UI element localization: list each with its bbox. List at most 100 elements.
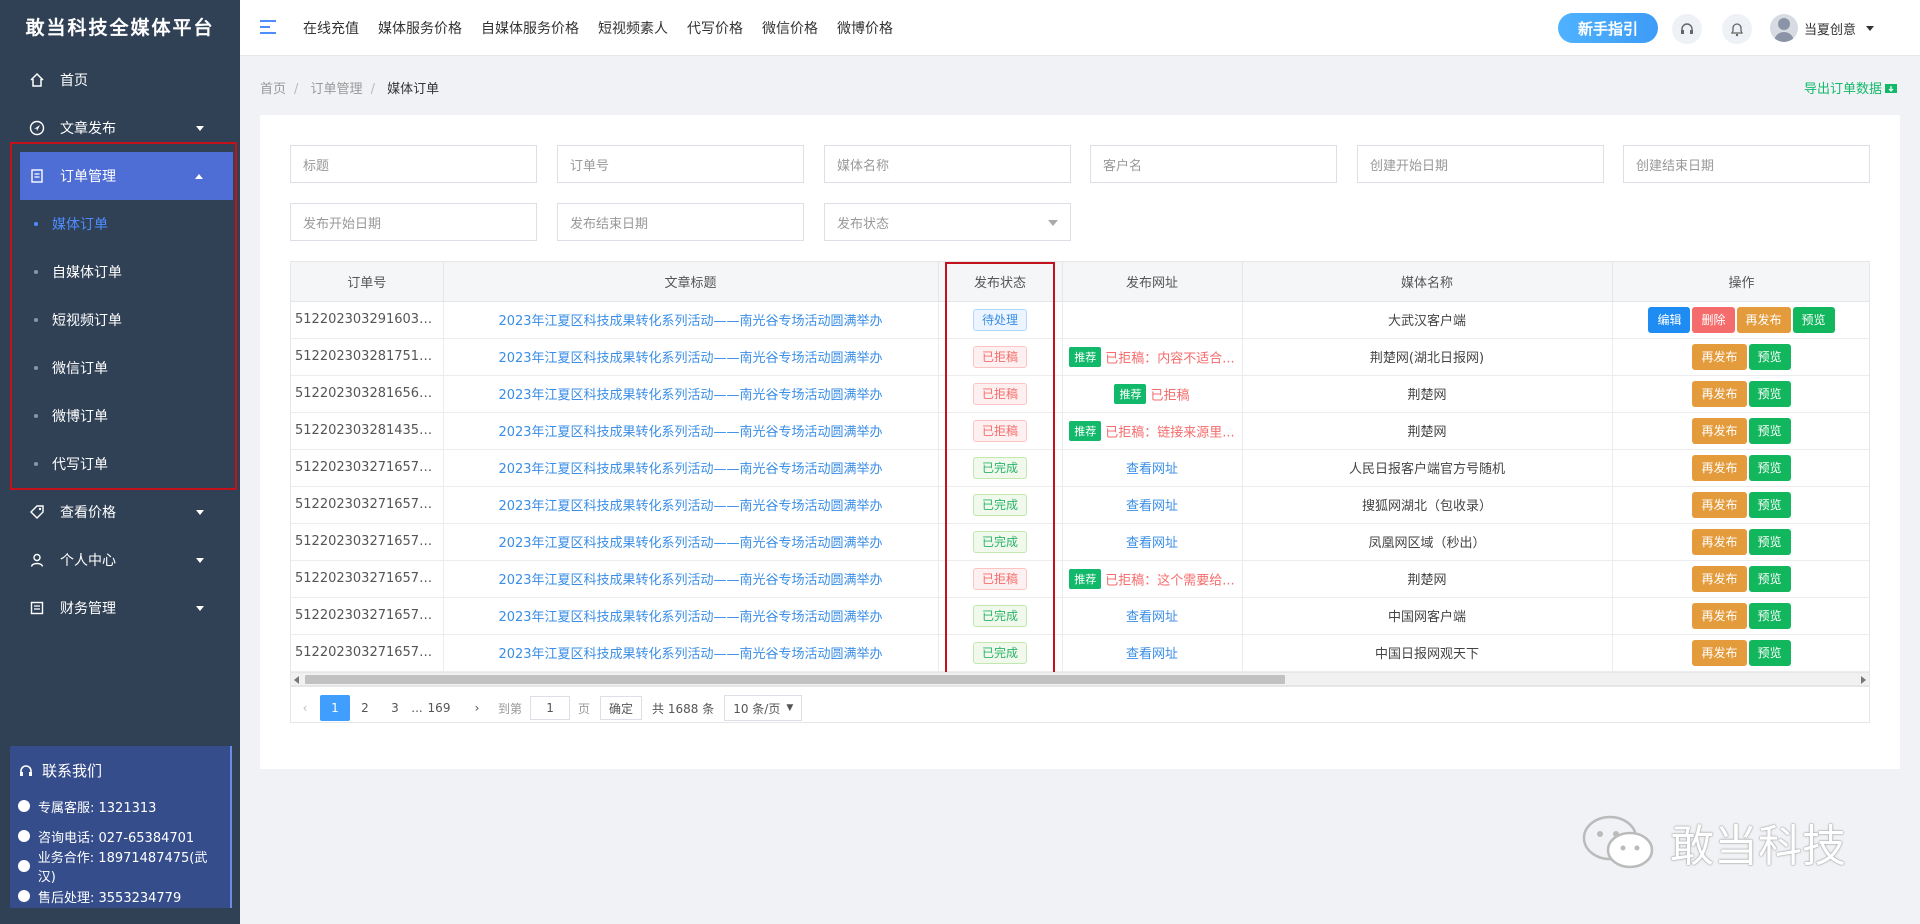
menu-toggle-icon[interactable] <box>260 20 276 36</box>
nav-ghostwriting-price[interactable]: 代写价格 <box>687 18 743 38</box>
media-name-filter-input[interactable]: 媒体名称 <box>824 145 1071 183</box>
user-menu[interactable]: 当夏创意 <box>1770 14 1875 42</box>
nav-online-recharge[interactable]: 在线充值 <box>303 18 359 38</box>
orders-card: 标题 订单号 媒体名称 客户名 创建开始日期 创建结束日期 发布开始日期 发布结… <box>260 115 1900 769</box>
republish-button[interactable]: 再发布 <box>1692 343 1747 370</box>
publish-status-select[interactable]: 发布状态 <box>824 203 1071 241</box>
preview-button[interactable]: 预览 <box>1748 380 1791 407</box>
republish-button[interactable]: 再发布 <box>1692 528 1747 555</box>
sidebar-item-view-prices[interactable]: 查看价格 <box>0 488 240 536</box>
sidebar-item-finance[interactable]: 财务管理 <box>0 584 240 632</box>
goto-label: 到第 <box>498 701 523 716</box>
nav-wechat-price[interactable]: 微信价格 <box>762 18 818 38</box>
republish-button[interactable]: 再发布 <box>1692 602 1747 629</box>
create-start-date-input[interactable]: 创建开始日期 <box>1357 145 1604 183</box>
republish-button[interactable]: 再发布 <box>1692 639 1747 666</box>
view-url-link[interactable]: 查看网址 <box>1126 499 1178 514</box>
sidebar-item-home[interactable]: 首页 <box>0 56 240 104</box>
recommend-badge[interactable]: 推荐 <box>1114 383 1147 404</box>
article-title-link[interactable]: 2023年江夏区科技成果转化系列活动——南光谷专场活动圆满举办 <box>443 560 939 598</box>
republish-button[interactable]: 再发布 <box>1692 565 1747 592</box>
scrollbar-thumb[interactable] <box>305 675 1285 684</box>
recommend-badge[interactable]: 推荐 <box>1069 420 1102 441</box>
tag-icon <box>28 503 46 521</box>
breadcrumb-home[interactable]: 首页 <box>260 82 286 97</box>
edit-button[interactable]: 编辑 <box>1648 306 1691 333</box>
actions-cell: 再发布 预览 <box>1612 412 1869 450</box>
view-url-link[interactable]: 查看网址 <box>1126 536 1178 551</box>
republish-button[interactable]: 再发布 <box>1692 380 1747 407</box>
media-name: 大武汉客户端 <box>1242 301 1613 339</box>
goto-page-input[interactable]: 1 <box>530 696 571 720</box>
table-row: 512202303271657243... 2023年江夏区科技成果转化系列活动—… <box>291 634 1869 672</box>
export-orders-button[interactable]: 导出订单数据 <box>1804 78 1898 97</box>
watermark-text: 敢当科技 <box>1670 821 1846 872</box>
user-icon <box>28 551 46 569</box>
preview-button[interactable]: 预览 <box>1748 565 1791 592</box>
article-title-link[interactable]: 2023年江夏区科技成果转化系列活动——南光谷专场活动圆满举办 <box>443 449 939 487</box>
republish-button[interactable]: 再发布 <box>1692 491 1747 518</box>
order-number: 512202303271657248... <box>291 449 444 487</box>
article-title-link[interactable]: 2023年江夏区科技成果转化系列活动——南光谷专场活动圆满举办 <box>443 523 939 561</box>
nav-short-video[interactable]: 短视频素人 <box>598 18 668 38</box>
create-end-date-input[interactable]: 创建结束日期 <box>1623 145 1870 183</box>
preview-button[interactable]: 预览 <box>1748 417 1791 444</box>
page-ellipsis[interactable]: ... <box>410 695 424 721</box>
goto-confirm-button[interactable]: 确定 <box>600 696 643 720</box>
preview-button[interactable]: 预览 <box>1748 639 1791 666</box>
publish-url-cell: 查看网址 <box>1062 597 1243 635</box>
order-number: 512202303271657245... <box>291 597 444 635</box>
page-1[interactable]: 1 <box>320 695 350 721</box>
media-name: 人民日报客户端官方号随机 <box>1242 449 1613 487</box>
scroll-left-icon[interactable] <box>294 676 299 684</box>
sidebar-item-label: 查看价格 <box>60 505 116 521</box>
view-url-link[interactable]: 查看网址 <box>1126 610 1178 625</box>
title-filter-input[interactable]: 标题 <box>290 145 537 183</box>
scroll-right-icon[interactable] <box>1861 676 1866 684</box>
article-title-link[interactable]: 2023年江夏区科技成果转化系列活动——南光谷专场活动圆满举办 <box>443 486 939 524</box>
article-title-link[interactable]: 2023年江夏区科技成果转化系列活动——南光谷专场活动圆满举办 <box>443 634 939 672</box>
sidebar-item-personal-center[interactable]: 个人中心 <box>0 536 240 584</box>
publish-end-date-input[interactable]: 发布结束日期 <box>557 203 804 241</box>
nav-self-media-price[interactable]: 自媒体服务价格 <box>481 18 579 38</box>
nav-weibo-price[interactable]: 微博价格 <box>837 18 893 38</box>
article-title-link[interactable]: 2023年江夏区科技成果转化系列活动——南光谷专场活动圆满举办 <box>443 597 939 635</box>
article-title-link[interactable]: 2023年江夏区科技成果转化系列活动——南光谷专场活动圆满举办 <box>443 338 939 376</box>
customer-filter-input[interactable]: 客户名 <box>1090 145 1337 183</box>
page-2[interactable]: 2 <box>350 695 380 721</box>
preview-button[interactable]: 预览 <box>1748 528 1791 555</box>
publish-start-date-input[interactable]: 发布开始日期 <box>290 203 537 241</box>
prev-page-icon[interactable]: ‹ <box>290 695 320 721</box>
article-title-link[interactable]: 2023年江夏区科技成果转化系列活动——南光谷专场活动圆满举办 <box>443 301 939 339</box>
view-url-link[interactable]: 查看网址 <box>1126 647 1178 662</box>
page-last[interactable]: 169 <box>424 695 454 721</box>
guide-button[interactable]: 新手指引 <box>1558 13 1658 43</box>
preview-button[interactable]: 预览 <box>1748 491 1791 518</box>
view-url-link[interactable]: 查看网址 <box>1126 462 1178 477</box>
article-title-link[interactable]: 2023年江夏区科技成果转化系列活动——南光谷专场活动圆满举办 <box>443 375 939 413</box>
support-icon[interactable] <box>1672 14 1702 44</box>
next-page-icon[interactable]: › <box>462 695 492 721</box>
recommend-badge[interactable]: 推荐 <box>1069 346 1102 367</box>
republish-button[interactable]: 再发布 <box>1692 454 1747 481</box>
pagination: ‹ 1 2 3 ... 169 › 到第 1 页 确定 共 1688 条 10 … <box>290 690 803 726</box>
order-no-filter-input[interactable]: 订单号 <box>557 145 804 183</box>
page-unit-label: 页 <box>578 701 591 716</box>
preview-button[interactable]: 预览 <box>1748 343 1791 370</box>
republish-button[interactable]: 再发布 <box>1692 417 1747 444</box>
preview-button[interactable]: 预览 <box>1792 306 1835 333</box>
delete-button[interactable]: 删除 <box>1692 306 1735 333</box>
recommend-badge[interactable]: 推荐 <box>1069 568 1102 589</box>
table-row: 512202303281435306... 2023年江夏区科技成果转化系列活动—… <box>291 412 1869 450</box>
nav-media-price[interactable]: 媒体服务价格 <box>378 18 462 38</box>
preview-button[interactable]: 预览 <box>1748 454 1791 481</box>
page-3[interactable]: 3 <box>380 695 410 721</box>
page-size-select[interactable]: 10 条/页 ▼ <box>724 695 803 721</box>
breadcrumb-order-management[interactable]: 订单管理 <box>311 82 363 97</box>
bell-icon[interactable] <box>1722 14 1752 44</box>
republish-button[interactable]: 再发布 <box>1736 306 1791 333</box>
article-title-link[interactable]: 2023年江夏区科技成果转化系列活动——南光谷专场活动圆满举办 <box>443 412 939 450</box>
horizontal-scrollbar[interactable] <box>290 672 1870 686</box>
publish-url-cell <box>1062 301 1243 339</box>
preview-button[interactable]: 预览 <box>1748 602 1791 629</box>
